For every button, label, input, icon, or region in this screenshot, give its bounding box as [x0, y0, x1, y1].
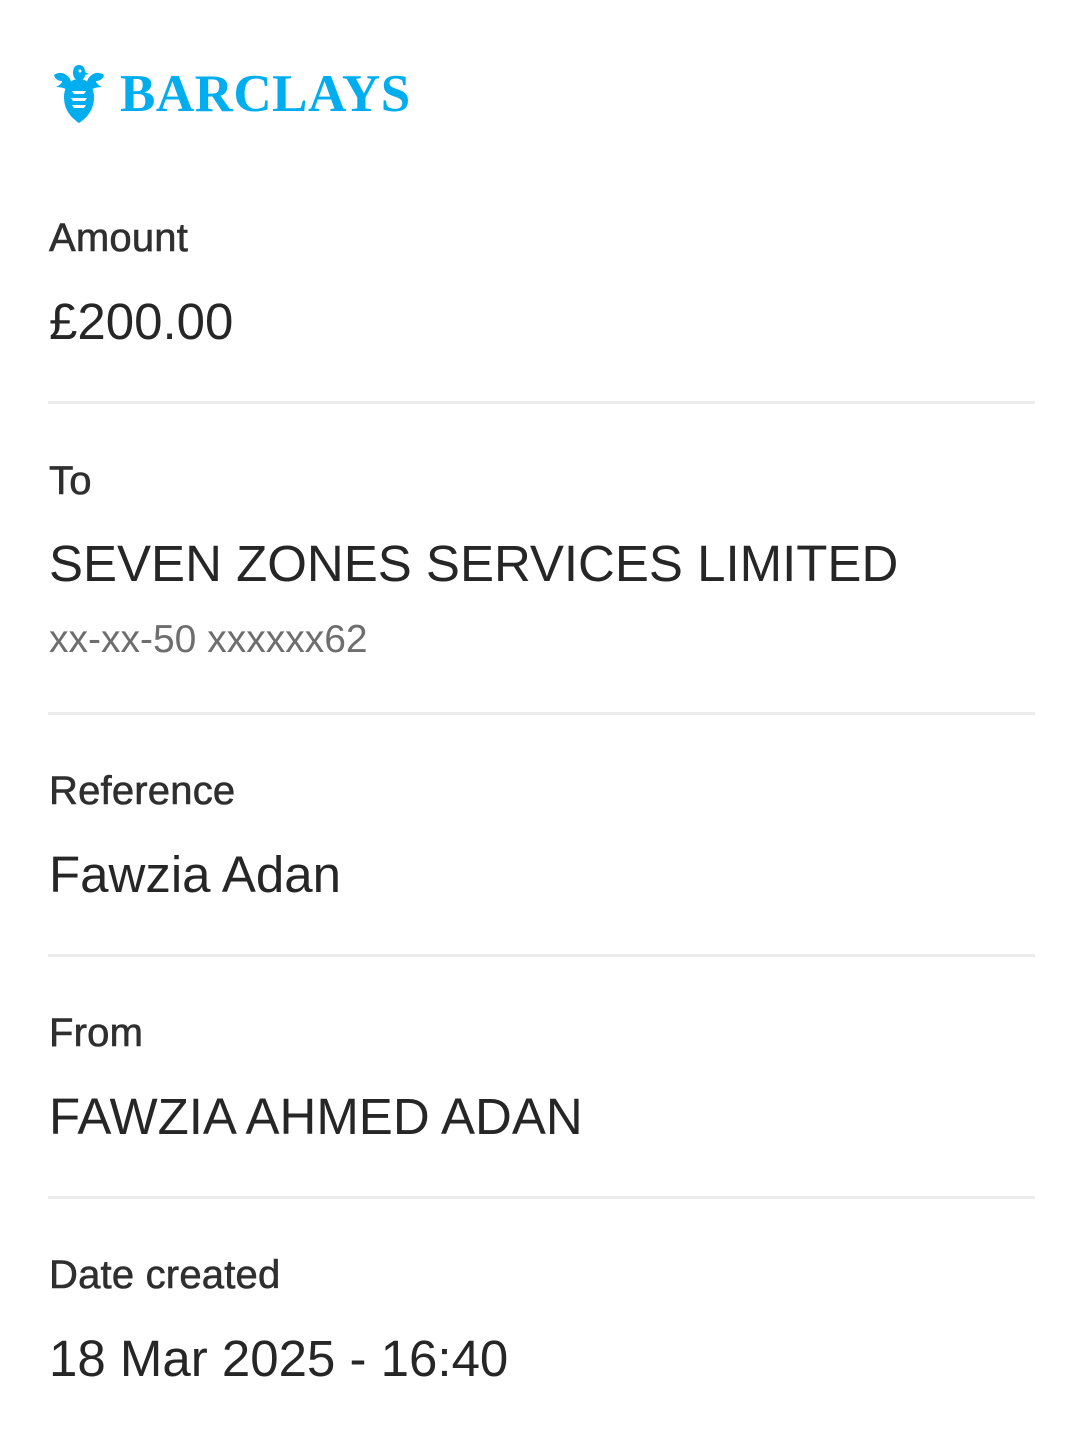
- reference-label: Reference: [49, 769, 236, 813]
- divider: [48, 401, 1035, 404]
- divider: [48, 1196, 1035, 1199]
- reference-value: Fawzia Adan: [49, 846, 342, 903]
- payee-name: SEVEN ZONES SERVICES LIMITED: [49, 535, 899, 592]
- reference-section: Reference: [49, 769, 1034, 813]
- brand-name: BARCLAYS: [120, 64, 411, 123]
- amount-label: Amount: [49, 216, 189, 260]
- from-label: From: [49, 1011, 144, 1055]
- to-value-row: SEVEN ZONES SERVICES LIMITED: [49, 538, 1034, 589]
- amount-section: Amount: [49, 216, 1034, 260]
- payee-account-number: xx-xx-50 xxxxxx62: [49, 618, 368, 661]
- divider: [48, 712, 1035, 715]
- date-created-value: 18 Mar 2025 - 16:40: [49, 1330, 509, 1387]
- divider: [48, 954, 1035, 957]
- amount-value-row: £200.00: [49, 296, 1034, 347]
- reference-value-row: Fawzia Adan: [49, 849, 1034, 900]
- from-section: From: [49, 1011, 1034, 1055]
- to-label: To: [49, 459, 92, 503]
- date-created-section: Date created: [49, 1253, 1034, 1297]
- eagle-icon: [54, 65, 104, 123]
- from-value-row: FAWZIA AHMED ADAN: [49, 1091, 1034, 1142]
- date-created-label: Date created: [49, 1253, 281, 1297]
- payer-name: FAWZIA AHMED ADAN: [49, 1088, 583, 1145]
- date-created-value-row: 18 Mar 2025 - 16:40: [49, 1333, 1034, 1384]
- to-section: To: [49, 459, 1034, 503]
- to-account-row: xx-xx-50 xxxxxx62: [49, 620, 1034, 659]
- barclays-logo: BARCLAYS: [52, 64, 411, 124]
- amount-value: £200.00: [49, 293, 234, 350]
